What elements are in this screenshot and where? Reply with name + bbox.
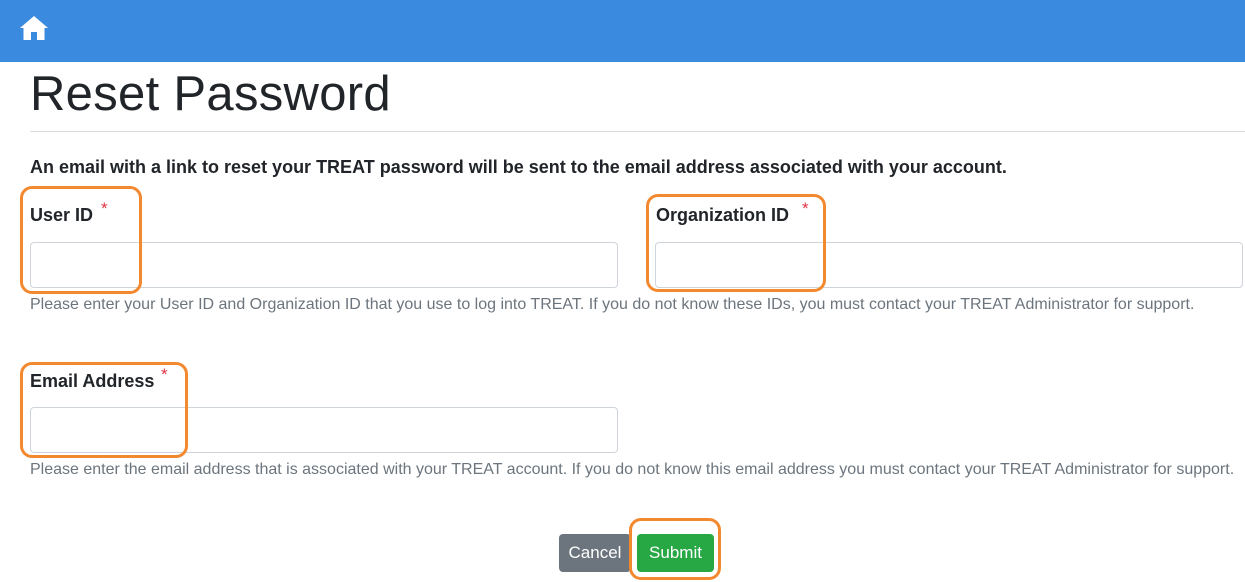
title-divider xyxy=(30,131,1245,132)
ids-help-text: Please enter your User ID and Organizati… xyxy=(30,296,1195,313)
organization-id-label: Organization ID xyxy=(656,205,789,226)
page-title: Reset Password xyxy=(30,67,391,121)
user-id-label-text: User ID xyxy=(30,205,94,225)
organization-id-input[interactable] xyxy=(655,242,1243,288)
email-input[interactable] xyxy=(30,407,618,453)
cancel-button[interactable]: Cancel xyxy=(559,534,631,572)
email-required-marker: * xyxy=(161,365,168,384)
email-label: Email Address xyxy=(30,371,154,392)
organization-id-label-text: Organization ID xyxy=(656,205,790,225)
user-id-required-marker: * xyxy=(101,199,108,218)
submit-button[interactable]: Submit xyxy=(637,534,714,572)
intro-text: An email with a link to reset your TREAT… xyxy=(30,157,1007,177)
email-help-text: Please enter the email address that is a… xyxy=(30,461,1235,478)
top-navbar xyxy=(0,0,1245,62)
home-icon[interactable] xyxy=(19,14,49,42)
email-label-text: Email Address xyxy=(30,371,155,391)
organization-id-required-marker: * xyxy=(802,199,809,218)
user-id-label: User ID xyxy=(30,205,93,226)
user-id-input[interactable] xyxy=(30,242,618,288)
